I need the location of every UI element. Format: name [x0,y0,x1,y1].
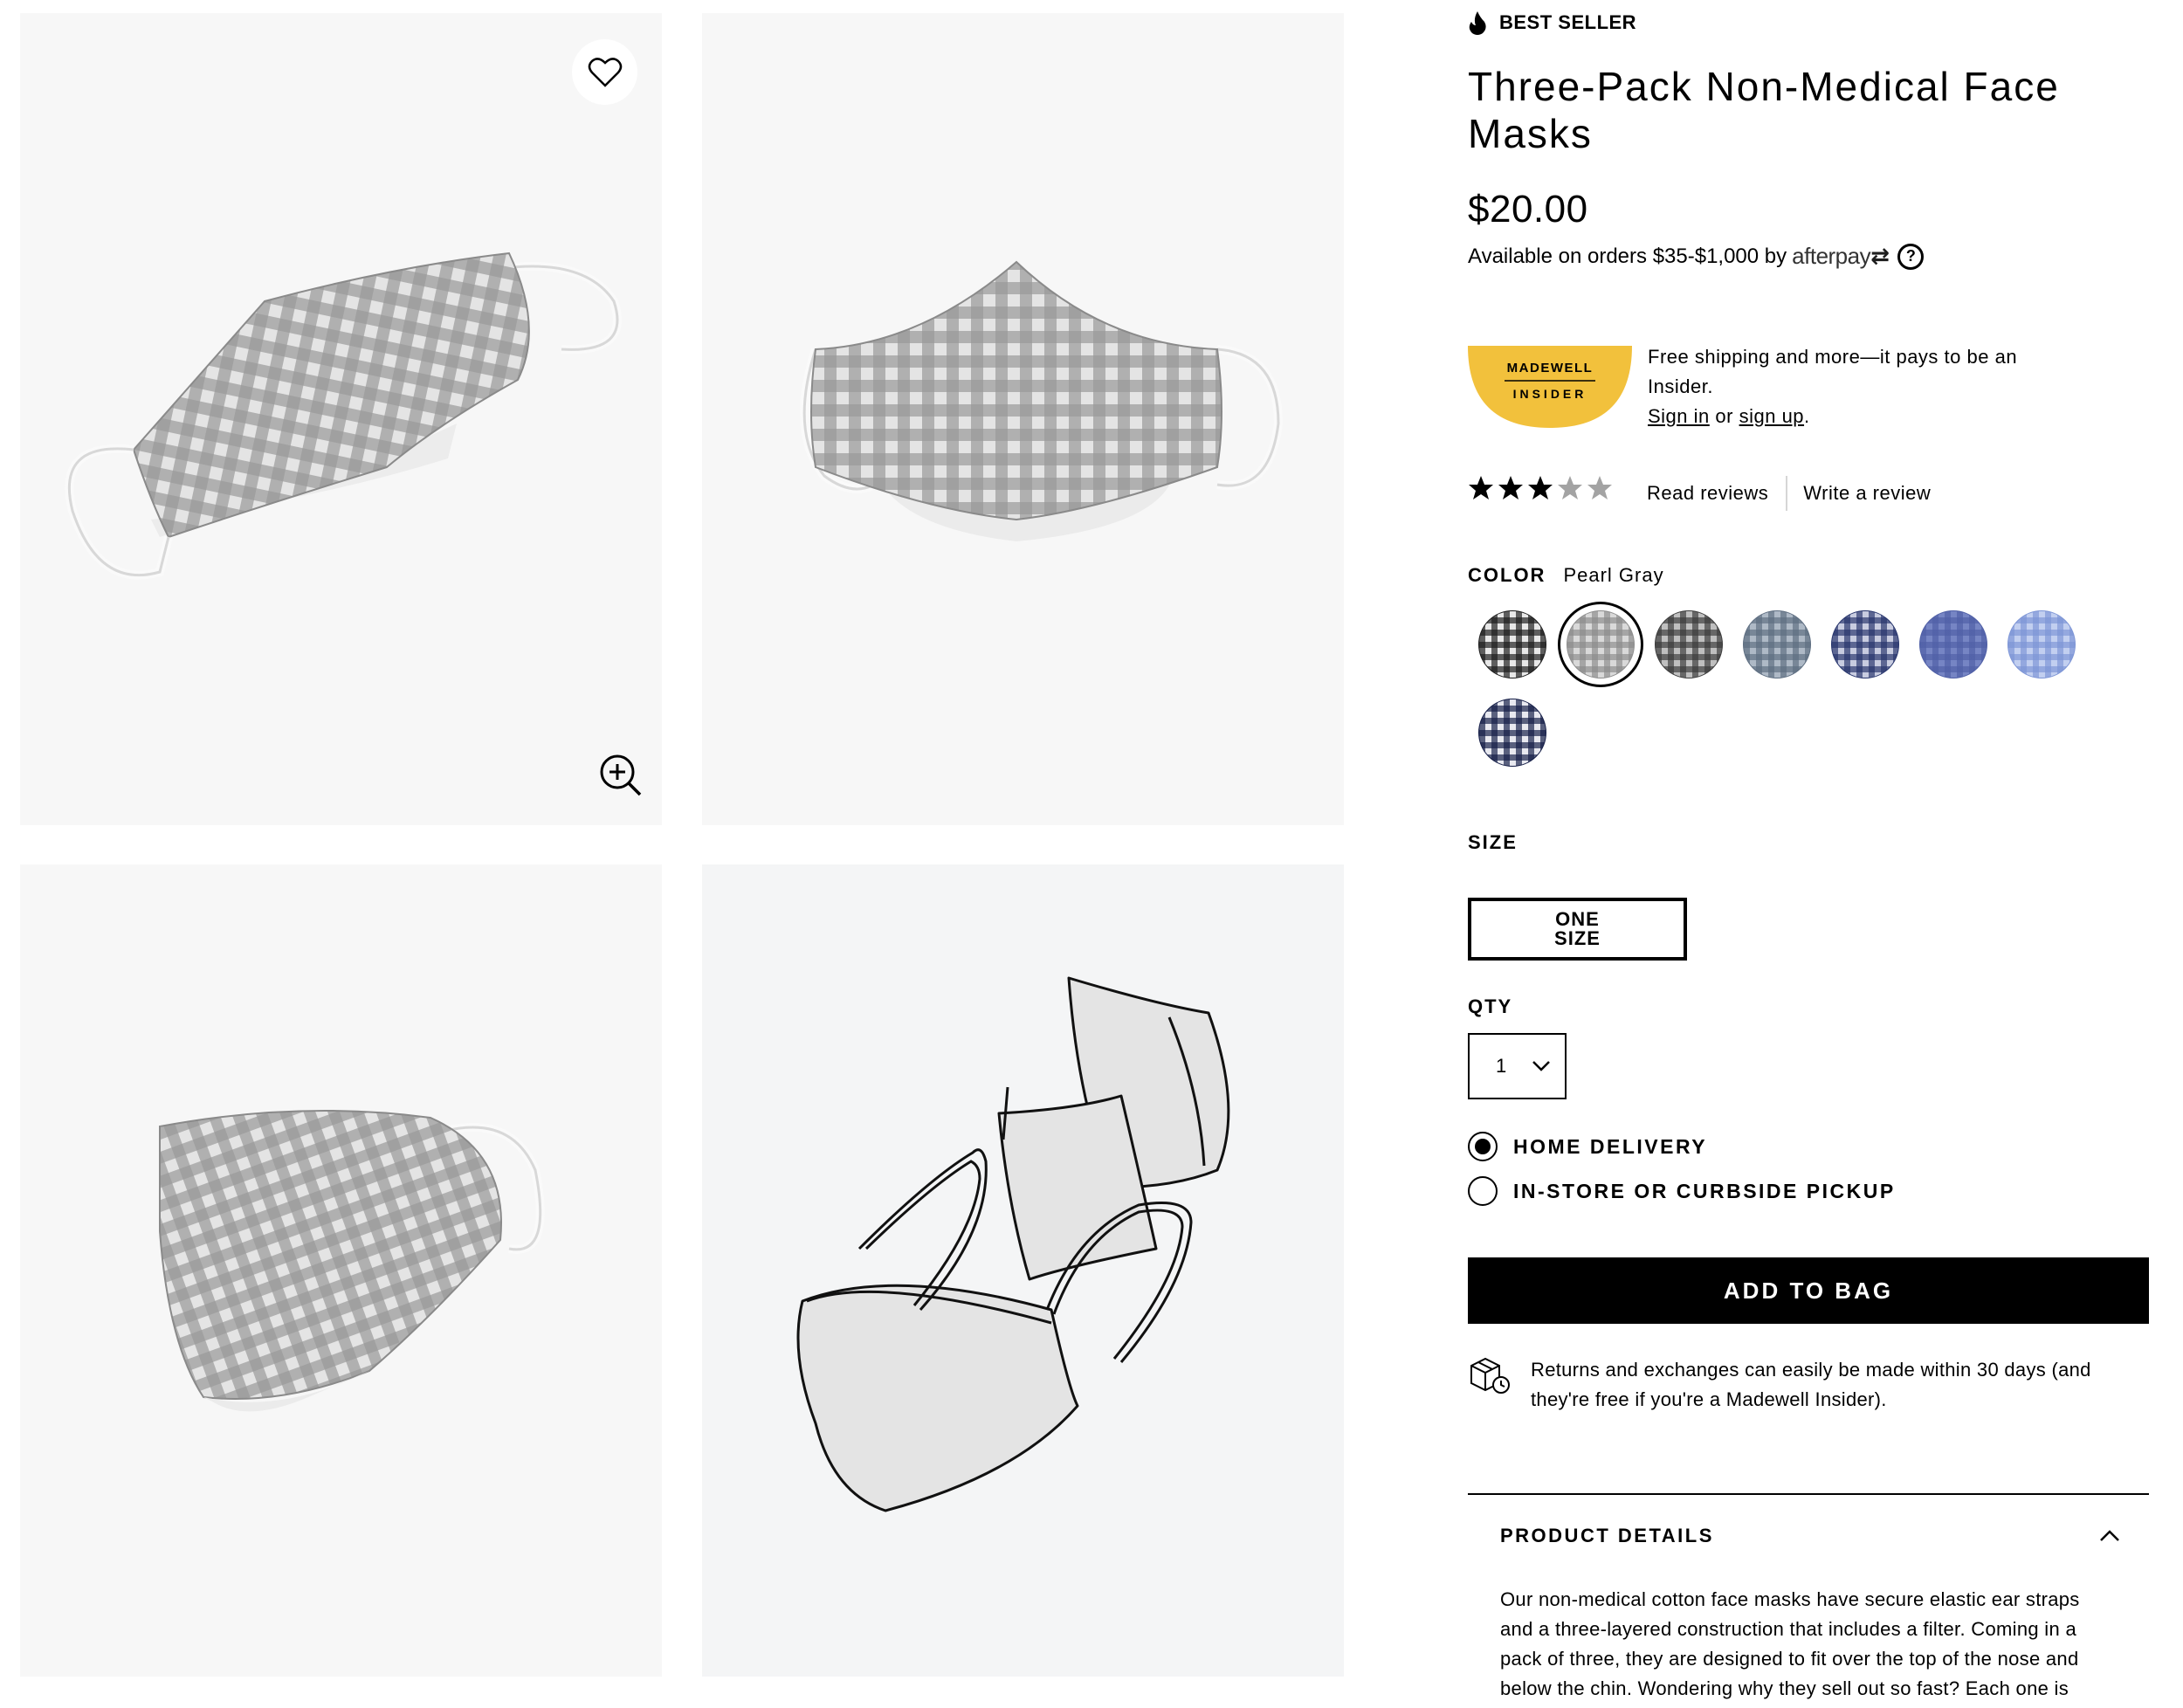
read-reviews-link[interactable]: Read reviews [1647,482,1768,505]
badge-madewell-text: MADEWELL [1507,361,1594,375]
reviews-divider [1786,476,1788,511]
color-heading: COLOR [1468,564,1546,586]
write-review-link[interactable]: Write a review [1803,482,1931,505]
color-swatch-chambray[interactable] [1919,610,1987,678]
chevron-down-icon [1532,1061,1550,1071]
afterpay-logo-text: afterpay [1792,243,1871,269]
favorite-button[interactable] [572,39,637,105]
heart-icon [588,57,622,87]
sign-in-link[interactable]: Sign in [1648,405,1710,427]
chevron-up-icon [2100,1530,2119,1541]
color-swatch-light-blue-check[interactable] [2007,610,2076,678]
afterpay-logo: afterpay⇄ [1792,243,1890,270]
radio-selected-dot [1475,1139,1491,1154]
product-image-1[interactable] [20,13,662,825]
store-pickup-radio[interactable] [1468,1176,1498,1206]
color-swatch-navy-gingham[interactable] [1478,699,1546,767]
rating-stars[interactable] [1468,475,1613,501]
add-to-bag-button[interactable]: ADD TO BAG [1468,1257,2149,1324]
home-delivery-radio[interactable] [1468,1132,1498,1161]
qty-select[interactable]: 1 [1468,1033,1567,1099]
qty-value: 1 [1496,1055,1507,1077]
returns-text: Returns and exchanges can easily be made… [1531,1359,2091,1410]
sign-up-link[interactable]: sign up [1739,405,1804,427]
mask-illustration [796,976,1230,1512]
returns-info: Returns and exchanges can easily be made… [1468,1355,2149,1415]
home-delivery-option[interactable]: HOME DELIVERY [1468,1132,1707,1161]
star-filled-icon [1528,476,1553,499]
color-swatch-pearl-gray[interactable] [1567,610,1635,678]
flame-icon [1469,11,1486,35]
zoom-button[interactable] [596,751,645,800]
star-empty-icon [1558,476,1582,499]
star-empty-icon [1587,476,1612,499]
star-filled-icon [1498,476,1523,499]
selected-color-name: Pearl Gray [1563,564,1664,586]
best-seller-label: BEST SELLER [1499,11,1637,33]
help-icon[interactable]: ? [1897,243,1925,270]
store-pickup-option[interactable]: IN-STORE OR CURBSIDE PICKUP [1468,1176,1896,1206]
zoom-in-icon [600,754,642,796]
mask-image-angled [65,251,622,580]
size-option-one-size[interactable]: ONE SIZE [1468,898,1687,961]
mask-image-side [159,1110,545,1412]
afterpay-info: Available on orders $35-$1,000 by afterp… [1468,243,1925,270]
madewell-insider-badge: MADEWELL INSIDER [1468,346,1632,428]
color-swatch-blue-gray-plaid[interactable] [1743,610,1811,678]
product-info-panel: BEST SELLER Three-Pack Non-Medical Face … [1468,0,2149,1708]
mask-image-front [800,260,1284,541]
star-filled-icon [1469,476,1493,499]
insider-promo: Free shipping and more—it pays to be an … [1648,342,2049,431]
product-image-4[interactable] [702,864,1344,1677]
afterpay-text: Available on orders $35-$1,000 by [1468,244,1787,268]
reviews-links: Read reviews Write a review [1647,476,1931,511]
color-swatch-charcoal-plaid[interactable] [1655,610,1723,678]
product-details-heading: PRODUCT DETAILS [1500,1525,1714,1546]
badge-insider-text: INSIDER [1513,387,1587,401]
color-swatch-navy-stripe[interactable] [1831,610,1899,678]
color-label: COLOR Pearl Gray [1468,564,1664,587]
size-label: SIZE [1468,831,1518,853]
product-image-3[interactable] [20,864,662,1677]
color-swatch-black-gingham[interactable] [1478,610,1546,678]
store-pickup-label: IN-STORE OR CURBSIDE PICKUP [1513,1179,1896,1202]
best-seller-badge: BEST SELLER [1468,10,1636,35]
period-text: . [1804,405,1810,427]
qty-label: QTY [1468,995,1513,1017]
insider-promo-text: Free shipping and more—it pays to be an … [1648,346,2018,397]
or-text: or [1715,405,1733,427]
product-title: Three-Pack Non-Medical Face Masks [1468,64,2060,156]
package-return-icon [1470,1357,1510,1394]
product-image-2[interactable] [702,13,1344,825]
afterpay-arrows-icon: ⇄ [1870,243,1890,269]
product-details-body: Our non-medical cotton face masks have s… [1500,1588,2080,1708]
product-price: $20.00 [1468,188,1588,231]
product-details-toggle[interactable]: PRODUCT DETAILS [1500,1525,2120,1547]
section-divider [1468,1493,2149,1495]
home-delivery-label: HOME DELIVERY [1513,1134,1708,1158]
